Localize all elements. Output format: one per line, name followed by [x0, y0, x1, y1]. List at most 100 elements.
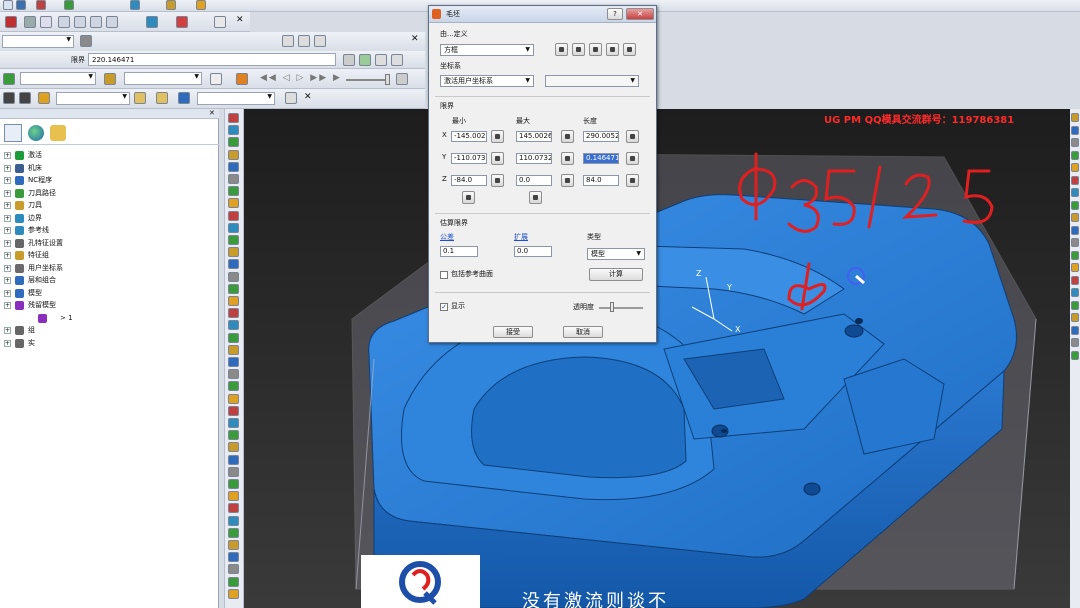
model-icon[interactable] — [64, 0, 74, 10]
open-block-button[interactable] — [555, 43, 568, 56]
length-input[interactable]: 84.0 — [583, 175, 619, 186]
layer-combo[interactable]: ▼ — [2, 35, 74, 48]
zoom-fit-icon[interactable] — [156, 92, 168, 104]
toolbar-tool-icon[interactable] — [228, 235, 239, 245]
toolbar-tool-icon[interactable] — [228, 296, 239, 306]
max-input[interactable]: 110.0732 — [516, 153, 552, 164]
toolpath-show-icon[interactable] — [146, 16, 158, 28]
toolbar-tool-icon[interactable] — [228, 137, 239, 148]
min-input[interactable]: -110.0732 — [451, 153, 487, 164]
max-input[interactable]: 145.0026 — [516, 131, 552, 142]
lock-length-button[interactable] — [626, 130, 639, 143]
expand-toggle-icon[interactable]: + — [4, 214, 11, 222]
graphics-viewport[interactable]: UG PM QQ模具交流群号：119786381 X Y Z 没有激流则谈不 — [244, 109, 1070, 608]
toolbar-tool-icon[interactable] — [228, 271, 239, 282]
lock-max-button[interactable] — [561, 152, 574, 165]
toolbar-tool-icon[interactable] — [228, 381, 239, 392]
toolbar-tool-icon[interactable] — [228, 210, 239, 221]
toolbar-tool-icon[interactable] — [228, 479, 239, 489]
toolbar-tool-icon[interactable] — [1071, 225, 1079, 235]
lock-block-button[interactable] — [606, 43, 619, 56]
measure-icon[interactable] — [285, 92, 297, 104]
view-front-icon[interactable] — [90, 16, 102, 28]
calculate-button[interactable]: 计算 — [589, 268, 643, 281]
wrench-icon[interactable] — [104, 73, 116, 85]
lock-min-button[interactable] — [491, 130, 504, 143]
view-combo[interactable]: ▼ — [56, 92, 130, 105]
toolbar-tool-icon[interactable] — [228, 418, 239, 428]
expand-toggle-icon[interactable]: + — [4, 302, 11, 309]
length-input[interactable]: 0.146471 — [583, 153, 619, 164]
expand-toggle-icon[interactable]: + — [4, 339, 11, 347]
include-surfaces-checkbox[interactable] — [440, 271, 448, 279]
toolbar-tool-icon[interactable] — [228, 540, 239, 550]
options-block-button[interactable] — [623, 43, 636, 56]
save-icon[interactable] — [16, 0, 26, 10]
toolbar-tool-icon[interactable] — [228, 369, 239, 380]
lock-length-button[interactable] — [626, 174, 639, 187]
accept-button[interactable]: 接受 — [493, 326, 533, 338]
redo-icon[interactable] — [375, 54, 387, 66]
toolbar-tool-icon[interactable] — [228, 357, 239, 367]
step-icon[interactable] — [236, 73, 248, 85]
tool-combo[interactable]: ▼ — [124, 72, 202, 85]
toolbar-tool-icon[interactable] — [1071, 238, 1079, 247]
sim-icon[interactable] — [396, 73, 408, 85]
dialog-titlebar[interactable]: 毛坯 ? ✕ — [429, 6, 656, 23]
grid-view-icon[interactable] — [3, 92, 15, 104]
view-box-1-icon[interactable] — [282, 35, 294, 47]
toolbar-tool-icon[interactable] — [228, 405, 239, 416]
toolbar-tool-icon[interactable] — [228, 308, 239, 319]
toolbar-tool-icon[interactable] — [228, 393, 239, 404]
toolbar-tool-icon[interactable] — [228, 320, 239, 331]
toolbar-tool-icon[interactable] — [228, 332, 239, 343]
toolbar-tool-icon[interactable] — [228, 430, 239, 441]
toolbar-tool-icon[interactable] — [1071, 275, 1079, 285]
toolbar-tool-icon[interactable] — [228, 247, 239, 258]
expand-toggle-icon[interactable]: + — [4, 327, 11, 334]
delete-block-button[interactable] — [589, 43, 602, 56]
explorer-close-icon[interactable]: ✕ — [209, 109, 215, 117]
min-input[interactable]: -84.0 — [451, 175, 487, 186]
toolbar-tool-icon[interactable] — [228, 442, 239, 453]
toolbar-tool-icon[interactable] — [1071, 350, 1079, 360]
view-side-icon[interactable] — [106, 16, 118, 28]
toolbar-tool-icon[interactable] — [228, 515, 239, 526]
shaded-toggle-icon[interactable] — [176, 16, 188, 28]
display-combo[interactable]: ▼ — [197, 92, 275, 105]
dialog-close-button[interactable]: ✕ — [626, 8, 654, 20]
toolbar-tool-icon[interactable] — [228, 283, 239, 294]
toolbar-tool-icon[interactable] — [228, 198, 239, 209]
lock-min-button[interactable] — [491, 152, 504, 165]
toolbar-tool-icon[interactable] — [228, 454, 239, 465]
toolbar-tool-icon[interactable] — [1071, 338, 1079, 347]
expand-toggle-icon[interactable]: + — [4, 152, 11, 159]
toolbar-tool-icon[interactable] — [228, 491, 239, 502]
wire-icon[interactable] — [40, 16, 52, 28]
dialog-help-button[interactable]: ? — [607, 8, 623, 20]
close-toolbar-2-icon[interactable]: ✕ — [411, 34, 419, 44]
light-icon[interactable] — [210, 73, 222, 85]
window-icon[interactable] — [214, 16, 226, 28]
coord-secondary-select[interactable]: ▼ — [545, 75, 639, 87]
toolbar-tool-icon[interactable] — [1071, 200, 1079, 210]
edit-icon[interactable] — [38, 92, 50, 104]
toolbar-tool-icon[interactable] — [1071, 138, 1079, 147]
close-toolbar-3-icon[interactable]: ✕ — [304, 92, 312, 102]
toolbar-tool-icon[interactable] — [1071, 263, 1079, 272]
expand-input[interactable]: 0.0 — [514, 246, 552, 257]
max-input[interactable]: 0.0 — [516, 175, 552, 186]
expand-toggle-icon[interactable]: + — [4, 289, 11, 297]
show-checkbox[interactable]: ✓ — [440, 303, 448, 311]
expand-toggle-icon[interactable]: + — [4, 277, 11, 284]
expand-toggle-icon[interactable]: + — [4, 252, 11, 259]
reset-min-button[interactable] — [462, 191, 475, 204]
expand-toggle-icon[interactable]: + — [4, 202, 11, 209]
toolbar-tool-icon[interactable] — [228, 149, 239, 160]
cut-icon[interactable] — [36, 0, 46, 10]
toolbar-tool-icon[interactable] — [228, 588, 239, 599]
toolbar-tool-icon[interactable] — [228, 222, 239, 233]
check-icon[interactable] — [359, 54, 371, 66]
tools-tab-icon[interactable] — [50, 125, 66, 141]
defined-by-select[interactable]: 方框 ▼ — [440, 44, 534, 56]
